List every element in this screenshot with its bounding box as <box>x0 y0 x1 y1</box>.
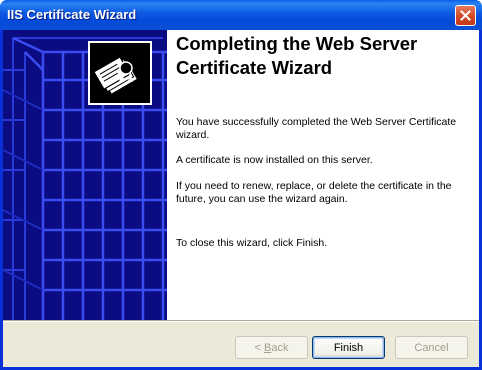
close-icon <box>460 10 471 21</box>
window-title: IIS Certificate Wizard <box>7 7 137 22</box>
cancel-button-label: Cancel <box>414 341 449 354</box>
renew-message: If you need to renew, replace, or delete… <box>176 180 452 205</box>
page-title-line2: Certificate Wizard <box>176 57 333 78</box>
close-button[interactable] <box>455 5 476 26</box>
title-bar[interactable]: IIS Certificate Wizard <box>0 0 482 30</box>
button-separator <box>3 320 479 322</box>
page-title-line1: Completing the Web Server <box>176 33 418 54</box>
wizard-window: IIS Certificate Wizard Completing the We… <box>0 0 482 370</box>
wizard-side-graphic <box>3 30 167 320</box>
finish-button-label: Finish <box>333 341 364 354</box>
installed-message: A certificate is now installed on this s… <box>176 154 373 166</box>
back-button-label: < Back <box>255 342 289 354</box>
success-message: You have successfully completed the Web … <box>176 116 457 141</box>
wizard-client-area: Completing the Web Server Certificate Wi… <box>3 30 479 367</box>
back-rest: ack <box>271 341 289 354</box>
finish-button[interactable]: Finish <box>312 336 385 359</box>
certificate-icon <box>88 41 152 105</box>
wizard-content: Completing the Web Server Certificate Wi… <box>167 30 479 320</box>
close-instruction: To close this wizard, click Finish. <box>176 237 328 249</box>
back-prefix: < <box>254 341 264 354</box>
building-graphic <box>3 30 167 320</box>
cancel-button[interactable]: Cancel <box>395 336 468 359</box>
page-title: Completing the Web Server Certificate Wi… <box>176 32 466 80</box>
back-button[interactable]: < Back <box>235 336 308 359</box>
